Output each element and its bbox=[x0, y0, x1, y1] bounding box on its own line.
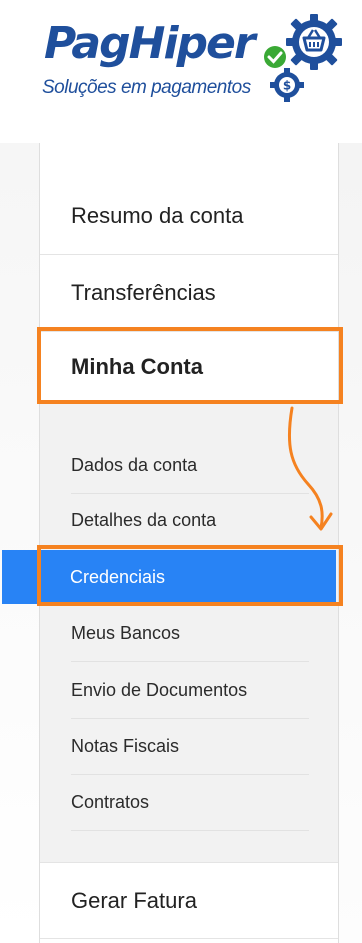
menu-item-label: Minha Conta bbox=[71, 354, 203, 379]
submenu-item-label: Credenciais bbox=[70, 566, 166, 587]
logo-tagline: Soluções em pagamentos bbox=[42, 77, 251, 98]
submenu-item-notas-fiscais[interactable]: Notas Fiscais bbox=[71, 719, 309, 775]
menu-item-minha-conta[interactable]: Minha Conta bbox=[40, 332, 338, 403]
submenu-item-label: Contratos bbox=[71, 792, 150, 812]
menu-item-gerar-fatura[interactable]: Gerar Fatura bbox=[40, 862, 338, 939]
gear-basket-icon bbox=[286, 14, 342, 70]
submenu-item-meus-bancos[interactable]: Meus Bancos bbox=[71, 606, 309, 662]
submenu-item-dados-da-conta[interactable]: Dados da conta bbox=[71, 437, 309, 494]
account-sidebar-menu: Resumo da conta Transferências Minha Con… bbox=[2, 143, 339, 943]
page-header: PagHiper Soluções em pagamentos $ bbox=[0, 0, 362, 143]
logo-brand-text: PagHiper bbox=[44, 18, 256, 69]
submenu-item-label: Envio de Documentos bbox=[71, 679, 248, 700]
menu-item-transferencias[interactable]: Transferências bbox=[40, 255, 338, 332]
submenu-item-contratos[interactable]: Contratos bbox=[71, 775, 309, 831]
svg-text:$: $ bbox=[283, 79, 291, 93]
submenu-item-label: Dados da conta bbox=[71, 454, 198, 475]
paghiper-logo[interactable]: PagHiper Soluções em pagamentos $ bbox=[38, 14, 348, 109]
submenu-item-credenciais[interactable]: Credenciais bbox=[2, 550, 336, 604]
check-badge-icon bbox=[264, 46, 286, 68]
menu-item-label: Resumo da conta bbox=[71, 203, 244, 228]
left-gutter bbox=[0, 143, 39, 943]
menu-item-label: Gerar Fatura bbox=[71, 887, 197, 913]
submenu-item-label: Meus Bancos bbox=[71, 623, 181, 643]
menu-item-label: Transferências bbox=[71, 280, 216, 305]
submenu-item-label: Notas Fiscais bbox=[71, 736, 180, 756]
curved-down-arrow-icon bbox=[287, 406, 333, 531]
dollar-gear-icon: $ bbox=[270, 68, 304, 102]
right-gutter bbox=[339, 143, 362, 943]
submenu-item-envio-de-documentos[interactable]: Envio de Documentos bbox=[71, 662, 309, 719]
menu-item-resumo-da-conta[interactable]: Resumo da conta bbox=[40, 178, 338, 255]
submenu-item-label: Detalhes da conta bbox=[71, 510, 217, 530]
submenu-item-detalhes-da-conta[interactable]: Detalhes da conta bbox=[71, 494, 309, 548]
